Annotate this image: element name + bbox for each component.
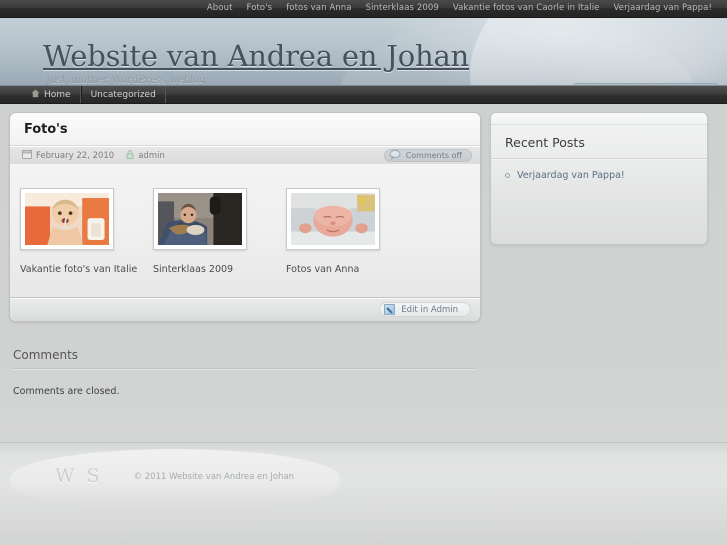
comments-section: Comments Comments are closed.: [9, 348, 481, 397]
gallery-caption-3: Fotos van Anna: [286, 264, 360, 275]
theme-logo-s: S: [86, 465, 102, 487]
post-footer-bar: Edit in Admin: [10, 297, 480, 321]
list-item: Verjaardag van Pappa!: [491, 170, 707, 186]
comments-heading: Comments: [13, 348, 477, 369]
comments-status-badge[interactable]: Comments off: [383, 149, 472, 162]
widget-title-recent-posts: Recent Posts: [491, 125, 707, 159]
footer-inner: W S © 2011 Website van Andrea en Johan: [55, 467, 294, 486]
gallery-item: Sinterklaas 2009: [153, 188, 286, 275]
body-area: Foto's February 22, 2010 admin Comments …: [0, 104, 727, 442]
post-date: February 22, 2010: [22, 149, 115, 162]
page-root: About Foto's fotos van Anna Sinterklaas …: [0, 0, 727, 545]
gallery-image-2: [158, 193, 242, 245]
comments-closed-text: Comments are closed.: [13, 386, 120, 397]
gallery-image-1: [25, 193, 109, 245]
widget-recent-posts: Recent Posts Verjaardag van Pappa!: [490, 112, 708, 245]
breadcrumb-item-uncategorized-label: Uncategorized: [90, 89, 156, 100]
wordpress-logo-w: W: [55, 465, 77, 487]
breadcrumb-item-home-label: Home: [44, 89, 71, 100]
widget-cap: [491, 113, 707, 125]
gallery-thumbnail-link-3[interactable]: [286, 188, 380, 250]
recent-posts-list: Verjaardag van Pappa!: [491, 159, 707, 186]
footer-copyright: © 2011 Website van Andrea en Johan: [133, 471, 295, 482]
post-author-label: admin: [138, 150, 165, 161]
sidebar: Recent Posts Verjaardag van Pappa!: [490, 112, 708, 442]
lock-icon: [126, 149, 134, 162]
topnav-item-about[interactable]: About: [200, 0, 240, 17]
gallery-caption-2: Sinterklaas 2009: [153, 264, 234, 275]
comments-status-label: Comments off: [405, 151, 462, 160]
gallery-item: Vakantie foto's van Italie: [20, 188, 153, 275]
site-description: Just another WordPress weblog: [46, 75, 206, 86]
topnav-item-verjaardag-van-pappa[interactable]: Verjaardag van Pappa!: [607, 0, 720, 17]
post-author: admin: [126, 149, 165, 162]
site-header-banner: Website van Andrea en Johan Just another…: [0, 18, 727, 86]
top-navigation: About Foto's fotos van Anna Sinterklaas …: [0, 0, 727, 18]
breadcrumb-item-home[interactable]: Home: [22, 86, 81, 103]
post-card: Foto's February 22, 2010 admin Comments …: [9, 112, 481, 322]
topnav-item-fotos[interactable]: Foto's: [240, 0, 280, 17]
breadcrumb: Home Uncategorized: [0, 86, 727, 104]
home-icon: [31, 89, 40, 101]
post-title: Foto's: [10, 113, 480, 146]
comment-bubble-icon: [389, 149, 401, 162]
post-gallery: Vakantie foto's van Italie Sinterklaas 2…: [10, 188, 480, 275]
topnav-item-sinterklaas-2009[interactable]: Sinterklaas 2009: [359, 0, 446, 17]
gallery-thumbnail-link-2[interactable]: [153, 188, 247, 250]
bullet-ring-icon: [505, 173, 510, 178]
gallery-thumbnail-link-1[interactable]: [20, 188, 114, 250]
topnav-item-vakantie-fotos-caorle[interactable]: Vakantie fotos van Caorle in Italie: [446, 0, 607, 17]
post-date-label: February 22, 2010: [36, 150, 115, 161]
gallery-caption-1: Vakantie foto's van Italie: [20, 264, 138, 275]
gallery-item: Fotos van Anna: [286, 188, 419, 275]
site-footer: W S © 2011 Website van Andrea en Johan: [0, 442, 727, 545]
post-meta-bar: February 22, 2010 admin Comments off: [10, 146, 480, 164]
calendar-icon: [22, 149, 32, 162]
recent-post-link-1[interactable]: Verjaardag van Pappa!: [517, 170, 625, 181]
gallery-image-3: [291, 193, 375, 245]
topnav-item-fotos-van-anna[interactable]: fotos van Anna: [279, 0, 358, 17]
pencil-edit-icon: [384, 304, 396, 315]
edit-in-admin-label: Edit in Admin: [401, 304, 458, 315]
breadcrumb-item-uncategorized[interactable]: Uncategorized: [80, 86, 166, 103]
main-content-column: Foto's February 22, 2010 admin Comments …: [9, 112, 481, 442]
edit-in-admin-button[interactable]: Edit in Admin: [379, 302, 471, 317]
site-title[interactable]: Website van Andrea en Johan: [43, 39, 469, 73]
